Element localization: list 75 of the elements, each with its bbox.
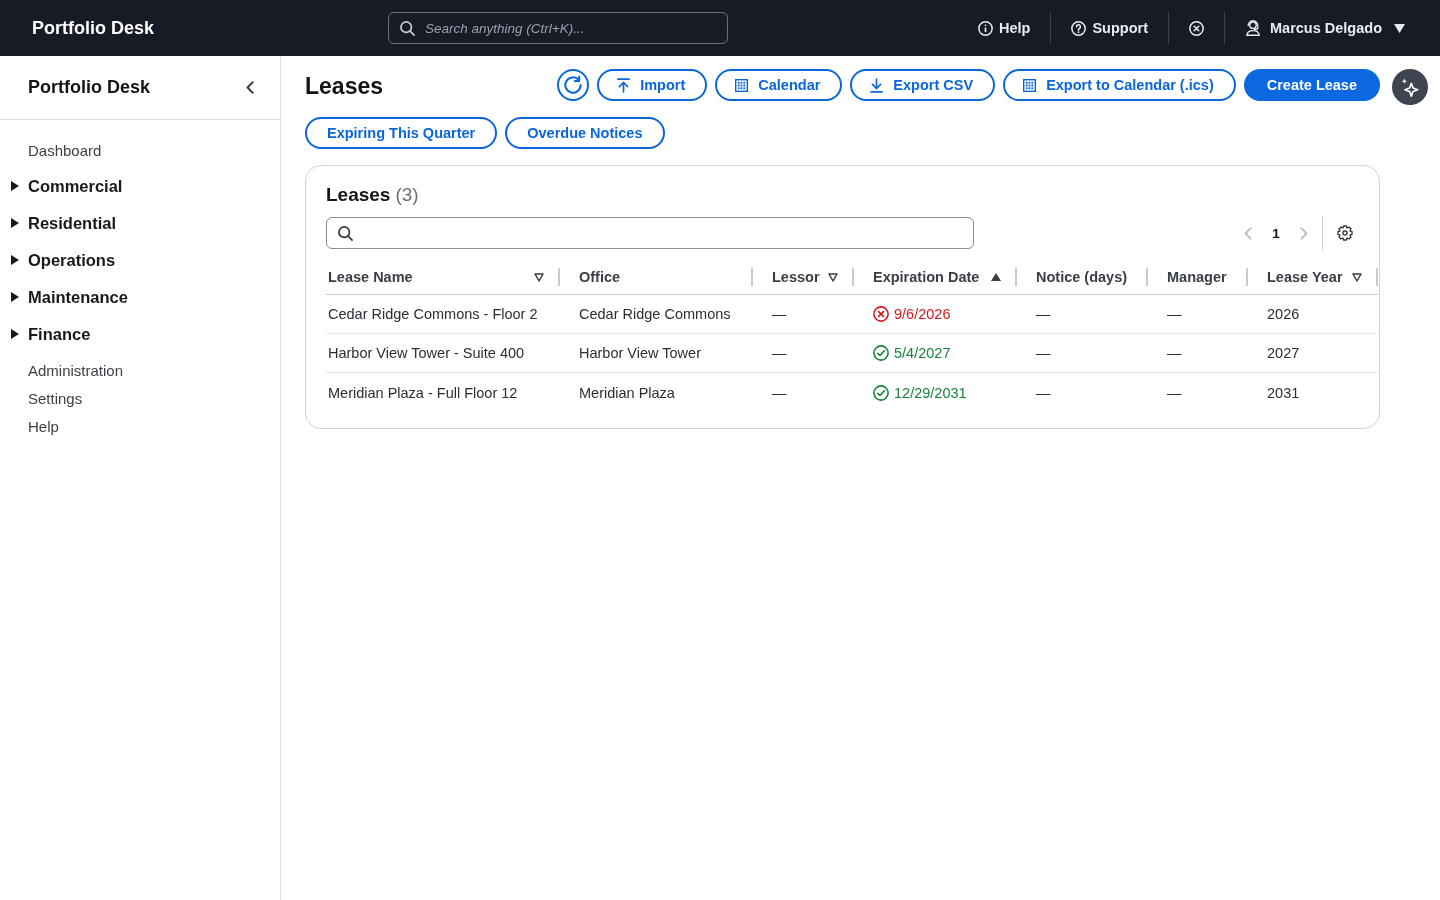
table-cell: —	[1165, 334, 1265, 373]
filter-chip[interactable]: Expiring This Quarter	[305, 117, 498, 149]
column-header[interactable]: Notice (days)	[1034, 260, 1165, 295]
table-cell-text: —	[771, 383, 788, 403]
search-field[interactable]: Search anything (Ctrl+K)...	[388, 12, 729, 44]
refresh-icon	[564, 76, 583, 94]
table-cell: —	[770, 334, 871, 373]
table-cell-text: Meridian Plaza - Full Floor 12	[327, 383, 519, 403]
search-icon	[338, 225, 353, 241]
table-cell: —	[1165, 295, 1265, 334]
sidebar-link[interactable]: Settings	[28, 384, 83, 412]
card-title: Leases	[326, 183, 391, 207]
expiration-date: 9/6/2026	[894, 306, 951, 322]
table-cell: Cedar Ridge Commons	[577, 295, 770, 334]
table-cell: Harbor View Tower - Suite 400	[326, 334, 577, 373]
download-icon	[870, 77, 884, 93]
page-title: Leases	[305, 72, 383, 101]
table-cell: 2027	[1265, 334, 1378, 373]
caret-down-icon	[1394, 23, 1405, 33]
sidebar-group[interactable]: Finance	[11, 315, 91, 353]
search-icon	[400, 20, 416, 36]
sidebar-link[interactable]: Administration	[28, 356, 124, 384]
column-header[interactable]: Lease Year	[1265, 260, 1378, 295]
filter-chip[interactable]: Overdue Notices	[505, 117, 665, 149]
table-cell: Cedar Ridge Commons - Floor 2	[326, 295, 577, 334]
sparkle-icon	[1401, 77, 1419, 97]
calendar-icon	[1023, 78, 1037, 92]
close-icon	[1189, 20, 1204, 36]
table-cell: —	[770, 295, 871, 334]
user-menu-button[interactable]: Marcus Delgado	[1225, 12, 1405, 44]
table-cell-text: —	[1166, 383, 1183, 403]
brand-name: Portfolio Desk	[32, 17, 155, 39]
record-count: (3)	[395, 183, 419, 207]
question-mark-icon	[1071, 20, 1087, 36]
sidebar-group[interactable]: Maintenance	[11, 278, 128, 316]
table-search-field[interactable]	[326, 217, 974, 249]
calendar-button[interactable]: Export to Calendar (.ics)	[1003, 69, 1236, 101]
import-button[interactable]: Import	[597, 69, 708, 101]
calendar-button[interactable]: Calendar	[715, 69, 843, 101]
table-cell-text: Meridian Plaza	[578, 383, 676, 403]
expiration-date: 5/4/2027	[894, 345, 951, 361]
page-number: 1	[1271, 225, 1281, 241]
table-cell: 2026	[1265, 295, 1378, 334]
topbar-link[interactable]: Help	[958, 12, 1051, 44]
table-cell: —	[1034, 295, 1165, 334]
person-icon	[1245, 20, 1261, 36]
create-button[interactable]: Create Lease	[1243, 69, 1380, 101]
topbar-link[interactable]: Support	[1051, 12, 1168, 44]
sidebar-group[interactable]: Commercial	[11, 167, 123, 205]
export-button[interactable]: Export CSV	[850, 69, 996, 101]
calendar-icon	[735, 78, 749, 92]
sidebar-link[interactable]: Help	[28, 412, 59, 440]
upload-icon	[617, 77, 631, 93]
column-header[interactable]: Office	[577, 260, 770, 295]
table-cell: Harbor View Tower	[577, 334, 770, 373]
sparkle-button[interactable]	[1392, 69, 1428, 105]
chevron-left-icon	[246, 81, 254, 94]
sidebar-link[interactable]: Dashboard	[28, 136, 102, 164]
table-cell-text: 2031	[1266, 383, 1301, 403]
column-header[interactable]: Lease Name	[326, 260, 577, 295]
column-header[interactable]: Lessor	[770, 260, 871, 295]
expiration-date: 12/29/2031	[894, 384, 967, 401]
column-header[interactable]: Expiration Date	[871, 260, 1034, 295]
sidebar-group[interactable]: Residential	[11, 204, 117, 242]
table-cell: —	[1034, 334, 1165, 373]
table-settings-button[interactable]	[1337, 225, 1353, 241]
column-header[interactable]: Manager	[1165, 260, 1265, 295]
table-cell-text: —	[1035, 383, 1052, 403]
info-icon	[978, 20, 993, 36]
sidebar-title: Portfolio Desk	[28, 77, 151, 98]
refresh-button[interactable]	[557, 69, 590, 101]
sidebar-group[interactable]: Operations	[11, 241, 116, 279]
chevron-right-icon	[1300, 226, 1308, 240]
settings-icon	[1337, 225, 1353, 241]
chevron-left-icon	[1244, 226, 1252, 240]
